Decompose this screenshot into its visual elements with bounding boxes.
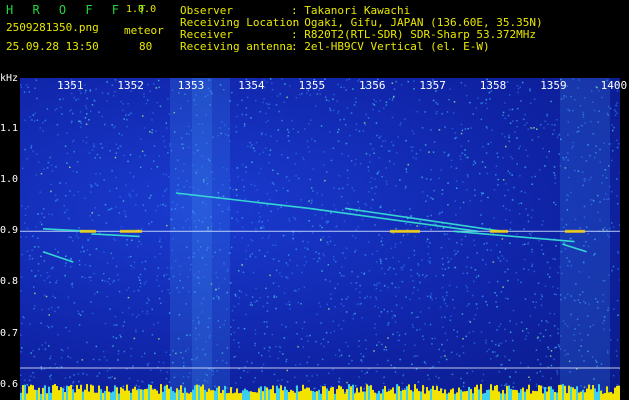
field-label-antenna: Receiving antenna — [180, 40, 293, 53]
x-tick-label: 1352 — [117, 79, 144, 92]
filename: 2509281350.png — [6, 21, 99, 34]
y-tick-label: 0.6 — [0, 378, 19, 390]
meteor-count: 80 — [139, 40, 153, 53]
noise-band — [560, 78, 610, 400]
carrier-hotspot — [80, 229, 96, 233]
y-axis-unit-label: kHz — [0, 73, 19, 84]
spectrogram-svg — [20, 78, 620, 400]
spectrogram — [20, 78, 620, 400]
carrier-hotspot — [490, 229, 508, 233]
y-tick-label: 0.8 — [0, 276, 19, 288]
y-tick-label: 0.9 — [0, 225, 19, 237]
x-tick-label: 1357 — [419, 79, 446, 92]
x-tick-label: 1358 — [479, 79, 507, 92]
meteor-trace — [308, 207, 478, 233]
meteor-trace — [453, 230, 575, 243]
x-tick-label: 1351 — [57, 79, 84, 92]
noise-speckle — [20, 78, 620, 400]
x-tick-label: 1355 — [298, 79, 326, 92]
meteor-trace — [42, 251, 74, 263]
y-tick-label: 1.0 — [0, 174, 19, 186]
app-version: 1.0.0 — [126, 4, 157, 15]
x-tick-label: 1359 — [540, 79, 567, 92]
detector-type: meteor — [124, 24, 164, 37]
timestamp: 25.09.28 13:50 — [6, 40, 99, 53]
x-tick-label: 1354 — [238, 79, 265, 92]
carrier-hotspot — [390, 229, 420, 233]
noise-band — [192, 78, 212, 400]
carrier-hotspot — [120, 229, 142, 233]
y-tick-label: 0.7 — [0, 327, 19, 339]
carrier-hotspot — [565, 229, 585, 233]
x-tick-label: 1400 — [600, 79, 628, 92]
meteor-trace — [344, 207, 503, 233]
field-value-antenna: : 2el-HB9CV Vertical (el. E-W) — [291, 40, 490, 53]
header-panel: H R O F F T 1.0.0 2509281350.png meteor … — [0, 0, 629, 72]
x-tick-label: 1353 — [177, 79, 205, 92]
x-tick-label: 1356 — [359, 79, 386, 92]
y-tick-label: 1.1 — [0, 123, 19, 135]
meteor-trace — [91, 233, 140, 238]
